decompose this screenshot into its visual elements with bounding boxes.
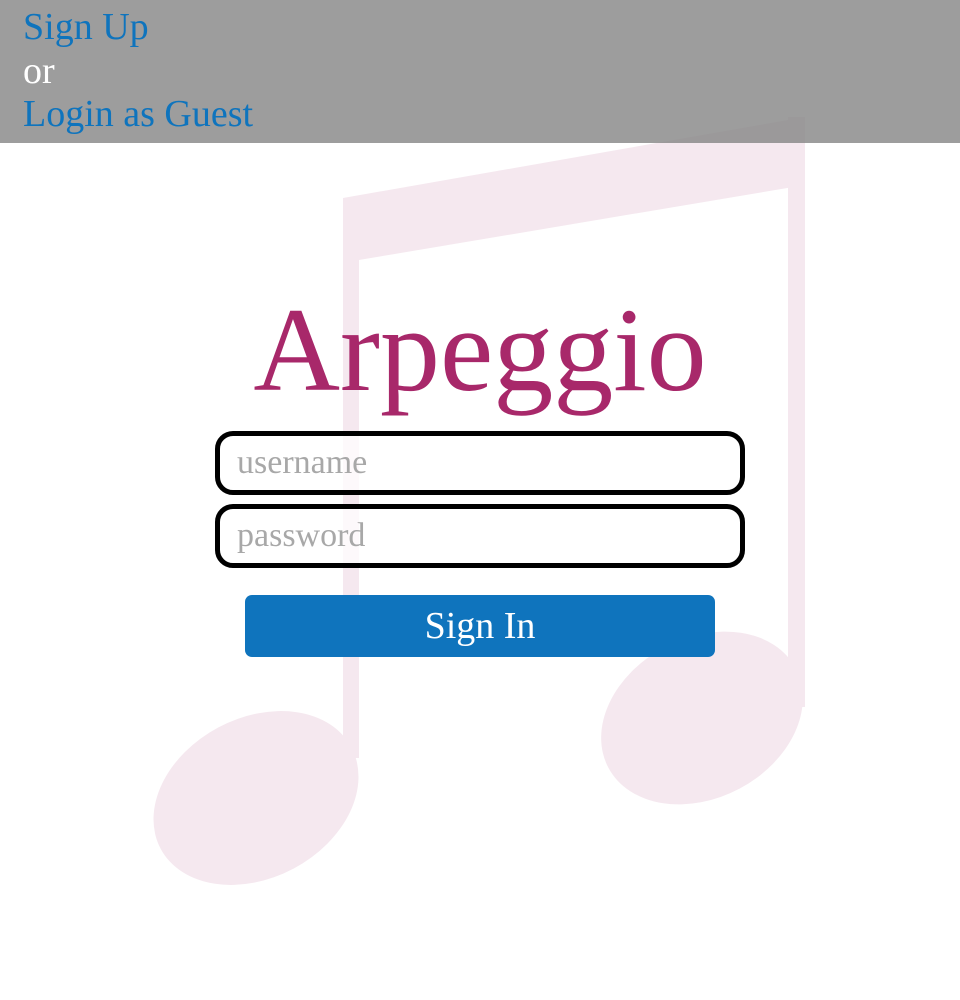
or-text: or: [23, 50, 55, 92]
sign-up-link[interactable]: Sign Up: [23, 6, 149, 49]
app-title: Arpeggio: [253, 283, 707, 416]
music-note-icon: [153, 117, 805, 885]
login-page: Sign Up or Login as Guest Arpeggio Sign …: [0, 0, 960, 1000]
top-bar: Sign Up or Login as Guest: [0, 0, 960, 143]
password-input[interactable]: [215, 504, 745, 568]
sign-in-button[interactable]: Sign In: [245, 595, 715, 657]
login-as-guest-link[interactable]: Login as Guest: [23, 93, 253, 136]
username-input[interactable]: [215, 431, 745, 495]
